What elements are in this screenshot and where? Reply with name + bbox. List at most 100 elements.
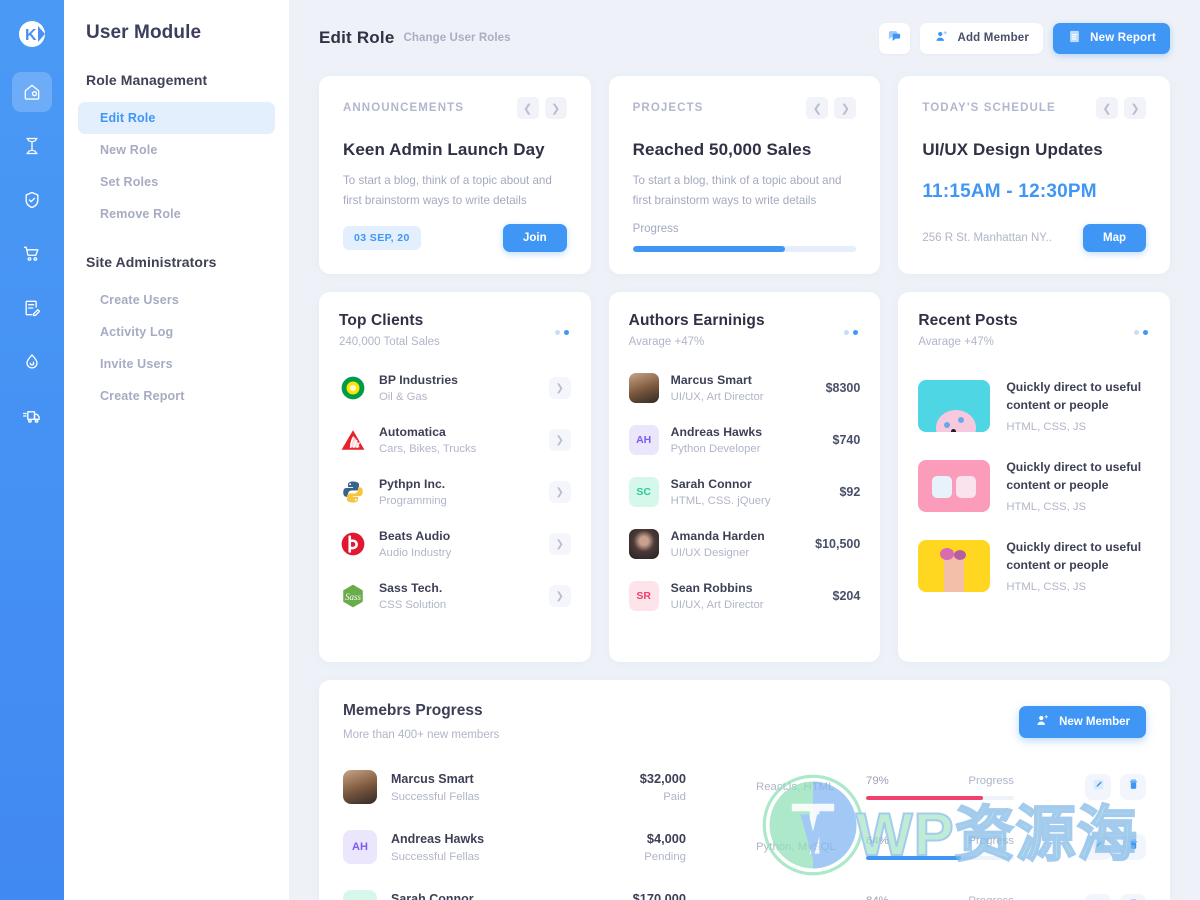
dot[interactable] bbox=[563, 330, 569, 335]
chevron-left-icon[interactable]: ❮ bbox=[1095, 97, 1118, 119]
rail-item-home[interactable] bbox=[12, 72, 52, 112]
card-title: Recent Posts bbox=[918, 312, 1018, 329]
row-text: Automatica Cars, Bikes, Trucks bbox=[379, 425, 476, 455]
table-row[interactable]: Amanda Harden UI/UX Designer $10,500 bbox=[628, 518, 860, 570]
delete-button[interactable] bbox=[1120, 834, 1146, 860]
table-row[interactable]: SC Sarah Connor HTML, CSS. jQuery $92 bbox=[628, 466, 860, 518]
sidebar-item-edit-role[interactable]: Edit Role bbox=[78, 102, 275, 134]
sidebar-item-new-role[interactable]: New Role bbox=[78, 134, 275, 166]
new-member-button[interactable]: New Member bbox=[1019, 706, 1146, 738]
table-row[interactable]: Pythpn Inc. Programming ❯ bbox=[339, 466, 571, 518]
post-title: Quickly direct to useful content or peop… bbox=[1006, 539, 1142, 572]
sidebar-item-remove-role[interactable]: Remove Role bbox=[78, 198, 275, 230]
chevron-right-icon[interactable]: ❯ bbox=[548, 429, 571, 451]
rail-item-droplet[interactable] bbox=[12, 342, 52, 382]
hourglass-icon bbox=[22, 136, 42, 156]
table-row[interactable]: BP Industries Oil & Gas ❯ bbox=[339, 362, 571, 414]
todays-schedule-card: TODAY'S SCHEDULE ❮ ❯ UI/UX Design Update… bbox=[898, 76, 1170, 274]
edit-button[interactable] bbox=[1085, 834, 1111, 860]
edit-button[interactable] bbox=[1085, 774, 1111, 800]
chat-button[interactable] bbox=[879, 22, 911, 54]
author-role: UI/UX, Art Director bbox=[670, 391, 764, 403]
row-actions bbox=[1085, 894, 1146, 900]
sidebar-item-activity-log[interactable]: Activity Log bbox=[78, 316, 275, 348]
card-header: PROJECTS ❮ ❯ bbox=[633, 97, 857, 119]
dot[interactable] bbox=[1133, 330, 1139, 335]
sidebar-item-invite-users[interactable]: Invite Users bbox=[78, 348, 275, 380]
avatar: SR bbox=[628, 581, 659, 611]
list-item[interactable]: Quickly direct to useful content or peop… bbox=[918, 446, 1150, 526]
carousel-dots[interactable] bbox=[554, 330, 569, 335]
member-org: Successful Fellas bbox=[391, 790, 480, 803]
python-logo bbox=[339, 478, 367, 506]
table-row[interactable]: Marcus Smart Successful Fellas $32,000 P… bbox=[343, 757, 1146, 817]
post-tags: HTML, CSS, JS bbox=[1006, 581, 1087, 594]
carousel-dots[interactable] bbox=[844, 330, 859, 335]
member-payment: $4,000 Pending bbox=[566, 831, 686, 863]
new-member-label: New Member bbox=[1059, 716, 1130, 728]
card-footer: Progress bbox=[632, 223, 857, 252]
card-kicker: PROJECTS bbox=[632, 102, 704, 114]
map-button[interactable]: Map bbox=[1082, 224, 1146, 252]
sidebar-group-site-administrators: Site Administrators Create Users Activit… bbox=[64, 254, 289, 412]
chevron-left-icon[interactable]: ❮ bbox=[516, 97, 539, 119]
edit-button[interactable] bbox=[1085, 894, 1111, 900]
sidebar-item-create-users[interactable]: Create Users bbox=[78, 284, 275, 316]
progress-header: 79% Progress bbox=[866, 775, 1014, 787]
rail-item-cart[interactable] bbox=[12, 234, 52, 274]
list-item[interactable]: Quickly direct to useful content or peop… bbox=[918, 366, 1150, 446]
sidebar-item-create-report[interactable]: Create Report bbox=[78, 380, 275, 412]
chevron-right-icon[interactable]: ❯ bbox=[548, 377, 571, 399]
chevron-right-icon[interactable]: ❯ bbox=[544, 97, 567, 119]
table-row[interactable]: Beats Audio Audio Industry ❯ bbox=[339, 518, 571, 570]
table-row[interactable]: AH Andreas Hawks Successful Fellas $4,00… bbox=[343, 817, 1146, 877]
client-desc: Oil & Gas bbox=[379, 391, 428, 403]
delete-button[interactable] bbox=[1120, 894, 1146, 900]
list-item[interactable]: Quickly direct to useful content or peop… bbox=[918, 526, 1150, 606]
chevron-right-icon[interactable]: ❯ bbox=[834, 97, 857, 119]
trash-delete-icon bbox=[1127, 838, 1140, 856]
dot[interactable] bbox=[554, 330, 560, 335]
rail-item-delivery[interactable] bbox=[12, 396, 52, 436]
chevron-right-icon[interactable]: ❯ bbox=[548, 481, 571, 503]
dot[interactable] bbox=[844, 330, 850, 335]
rail-item-hourglass[interactable] bbox=[12, 126, 52, 166]
table-row[interactable]: Marcus Smart UI/UX, Art Director $8300 bbox=[628, 362, 860, 414]
sidebar-item-set-roles[interactable]: Set Roles bbox=[78, 166, 275, 198]
add-member-button[interactable]: Add Member bbox=[920, 22, 1044, 54]
chevron-right-icon[interactable]: ❯ bbox=[548, 533, 571, 555]
new-report-label: New Report bbox=[1090, 32, 1156, 44]
table-row[interactable]: Sass Sass Tech. CSS Solution ❯ bbox=[339, 570, 571, 622]
author-name: Marcus Smart bbox=[670, 373, 752, 387]
new-report-button[interactable]: New Report bbox=[1053, 22, 1170, 54]
chevron-right-icon[interactable]: ❯ bbox=[548, 585, 571, 607]
chevron-right-icon[interactable]: ❯ bbox=[1123, 97, 1146, 119]
keen-k-logo[interactable]: K bbox=[12, 14, 52, 54]
announcement-desc: To start a blog, think of a topic about … bbox=[343, 174, 552, 207]
delivery-truck-icon bbox=[22, 406, 42, 426]
table-row[interactable]: AH Andreas Hawks Python Developer $740 bbox=[628, 414, 860, 466]
dot[interactable] bbox=[853, 330, 859, 335]
table-row[interactable]: SR Sean Robbins UI/UX, Art Director $204 bbox=[628, 570, 860, 622]
chevron-left-icon[interactable]: ❮ bbox=[806, 97, 829, 119]
member-name: Marcus Smart bbox=[391, 771, 474, 786]
progress-header: 64% Progress bbox=[866, 835, 1014, 847]
client-desc: Audio Industry bbox=[379, 547, 452, 559]
join-button[interactable]: Join bbox=[503, 224, 567, 252]
avatar bbox=[628, 373, 659, 403]
row-text: Andreas Hawks Python Developer bbox=[671, 425, 762, 455]
card-footer: 03 SEP, 20 Join bbox=[343, 224, 567, 252]
authors-list: Marcus Smart UI/UX, Art Director $8300 A… bbox=[628, 362, 860, 622]
delete-button[interactable] bbox=[1120, 774, 1146, 800]
rail-item-security[interactable] bbox=[12, 180, 52, 220]
table-row[interactable]: SC Sarah Connor Successful Fellas $170,0… bbox=[343, 877, 1146, 900]
card-subtitle: Avarage +47% bbox=[628, 336, 705, 348]
row-text: Marcus Smart UI/UX, Art Director bbox=[671, 373, 764, 403]
client-name: Pythpn Inc. bbox=[379, 477, 446, 491]
carousel-dots[interactable] bbox=[1133, 330, 1148, 335]
table-row[interactable]: Automatica Cars, Bikes, Trucks ❯ bbox=[339, 414, 571, 466]
authors-earnings-card: Authors Earninigs Avarage +47% Marcus Sm… bbox=[608, 292, 881, 662]
rail-item-edit-doc[interactable] bbox=[12, 288, 52, 328]
schedule-title: UI/UX Design Updates bbox=[922, 140, 1103, 159]
dot[interactable] bbox=[1142, 330, 1148, 335]
